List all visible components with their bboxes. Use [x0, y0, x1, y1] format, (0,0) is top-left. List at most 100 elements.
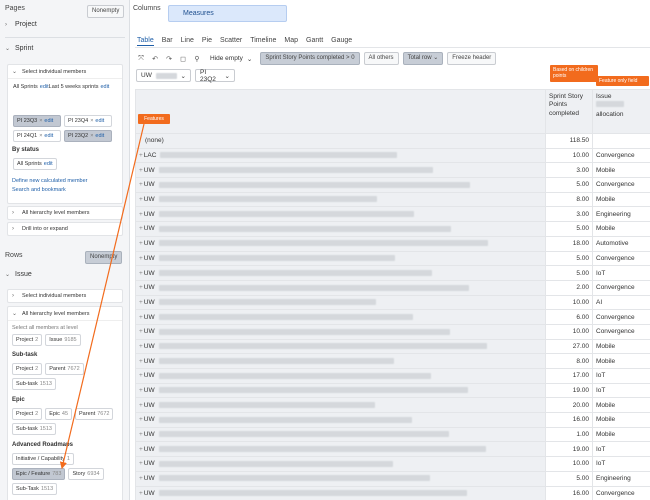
sprint-item[interactable]: Last 5 weeks sprints edit — [49, 83, 110, 91]
sprint-points-cell[interactable]: 8.00 — [545, 191, 593, 208]
row-header[interactable]: +UW — [135, 250, 546, 267]
expand-plus-icon[interactable]: + — [139, 372, 143, 379]
allocation-cell[interactable]: AI — [592, 294, 650, 311]
allocation-cell[interactable]: Mobile — [592, 221, 650, 237]
hide-empty-dropdown[interactable]: Hide empty ⌄ — [206, 52, 256, 65]
sprint-item[interactable]: All Sprints edit — [13, 83, 49, 91]
row-header[interactable]: +UW — [135, 221, 546, 237]
sprint-points-cell[interactable]: 1.00 — [545, 426, 593, 443]
expand-plus-icon[interactable]: + — [139, 431, 143, 438]
pi-chip[interactable]: PI 24Q1 × edit — [13, 130, 61, 142]
expand-plus-icon[interactable]: + — [139, 475, 143, 482]
allocation-cell[interactable]: IoT — [592, 456, 650, 472]
edit-link[interactable]: edit — [95, 118, 104, 124]
level-chip[interactable]: Epic 45 — [45, 408, 73, 420]
allocation-cell[interactable]: Convergence — [592, 250, 650, 267]
allocation-cell[interactable]: Mobile — [592, 397, 650, 414]
sprint-all-hierarchy[interactable]: › All hierarchy level members — [7, 206, 123, 220]
row-header[interactable]: +UW — [135, 456, 546, 472]
row-header[interactable]: +UW — [135, 235, 546, 252]
allocation-cell[interactable]: Mobile — [592, 353, 650, 369]
allocation-cell[interactable]: IoT — [592, 441, 650, 458]
sprint-points-cell[interactable]: 19.00 — [545, 382, 593, 399]
tab-line[interactable]: Line — [181, 37, 194, 46]
sprint-points-cell[interactable]: 18.00 — [545, 235, 593, 252]
row-header[interactable]: +UW — [135, 162, 546, 179]
row-header[interactable]: +UW — [135, 265, 546, 281]
row-header[interactable]: +UW — [135, 309, 546, 325]
edit-link[interactable]: edit — [95, 133, 104, 139]
sprint-points-cell[interactable]: 2.00 — [545, 279, 593, 296]
level-chip[interactable]: Project 2 — [12, 334, 43, 346]
sprint-points-cell[interactable]: 3.00 — [545, 206, 593, 223]
level-chip[interactable]: Project 2 — [12, 363, 43, 375]
allocation-cell[interactable]: Convergence — [592, 177, 650, 193]
allocation-cell[interactable]: Convergence — [592, 323, 650, 340]
row-header[interactable]: +UW — [135, 441, 546, 458]
sprint-select-header[interactable]: ⌄ Select individual members — [8, 65, 122, 79]
row-header[interactable]: +UW — [135, 294, 546, 311]
issue-select-members[interactable]: › Select individual members — [7, 289, 123, 303]
expand-plus-icon[interactable]: + — [139, 299, 143, 306]
level-chip[interactable]: Issue 9185 — [45, 334, 81, 346]
allocation-cell[interactable]: Convergence — [592, 309, 650, 325]
sprint-points-cell[interactable]: 6.00 — [545, 309, 593, 325]
tab-scatter[interactable]: Scatter — [220, 37, 242, 46]
row-header[interactable]: (none) — [135, 133, 546, 149]
allocation-cell[interactable]: Automotive — [592, 235, 650, 252]
expand-plus-icon[interactable]: + — [139, 270, 143, 277]
allocation-cell[interactable]: Convergence — [592, 485, 650, 500]
allocation-cell[interactable]: Mobile — [592, 412, 650, 428]
comment-icon[interactable]: ◻ — [178, 54, 188, 64]
expand-plus-icon[interactable]: + — [139, 196, 143, 203]
sprint-points-cell[interactable]: 20.00 — [545, 397, 593, 414]
measures-dimension[interactable]: Measures — [168, 5, 287, 22]
tab-map[interactable]: Map — [284, 37, 298, 46]
expand-plus-icon[interactable]: + — [139, 240, 143, 247]
row-header[interactable]: +UW — [135, 206, 546, 223]
expand-plus-icon[interactable]: + — [139, 460, 143, 467]
sprint-points-cell[interactable]: 5.00 — [545, 250, 593, 267]
edit-link[interactable]: edit — [44, 161, 53, 167]
row-header[interactable]: +UW — [135, 470, 546, 487]
level-chip[interactable]: Project 2 — [12, 408, 43, 420]
edit-link[interactable]: edit — [100, 84, 109, 90]
sprint-points-cell[interactable]: 8.00 — [545, 353, 593, 369]
row-header[interactable]: +UW — [135, 177, 546, 193]
row-header[interactable]: +UW — [135, 397, 546, 414]
page-selector-pi[interactable]: PI 23Q2 ⌄ — [195, 69, 235, 83]
expand-plus-icon[interactable]: + — [139, 328, 143, 335]
person-icon[interactable]: ⚲ — [192, 54, 202, 64]
row-header[interactable]: +UW — [135, 382, 546, 399]
expand-plus-icon[interactable]: + — [139, 490, 143, 497]
expand-plus-icon[interactable]: + — [139, 358, 143, 365]
sprint-points-cell[interactable]: 16.00 — [545, 412, 593, 428]
expand-plus-icon[interactable]: + — [139, 181, 143, 188]
undo-icon[interactable]: ↶ — [150, 54, 160, 64]
sprint-points-cell[interactable]: 10.00 — [545, 147, 593, 164]
allocation-cell[interactable]: Mobile — [592, 191, 650, 208]
level-chip[interactable]: Parent 7672 — [75, 408, 114, 420]
expand-plus-icon[interactable]: + — [139, 284, 143, 291]
sprint-points-cell[interactable]: 27.00 — [545, 338, 593, 355]
page-selector-uw[interactable]: UW ⌄ — [136, 69, 191, 82]
issue-header[interactable]: ⌄ Issue — [5, 271, 125, 278]
pages-nonempty-button[interactable]: Nonempty — [87, 5, 125, 19]
remove-icon[interactable]: × — [39, 118, 42, 124]
expand-plus-icon[interactable]: + — [139, 167, 143, 174]
remove-icon[interactable]: × — [90, 118, 93, 124]
row-header[interactable]: +LAC — [135, 147, 546, 164]
sprint-points-cell[interactable]: 118.50 — [545, 133, 593, 149]
sprint-points-cell[interactable]: 3.00 — [545, 162, 593, 179]
expand-icon[interactable]: ⤧ — [136, 54, 146, 64]
pi-chip[interactable]: PI 23Q3 × edit — [13, 115, 61, 127]
sprint-points-cell[interactable]: 16.00 — [545, 485, 593, 500]
allocation-cell[interactable] — [592, 133, 650, 149]
issue-hierarchy-header[interactable]: ⌄ All hierarchy level members — [8, 307, 122, 321]
rows-nonempty-button[interactable]: Nonempty — [85, 251, 123, 265]
edit-link[interactable]: edit — [40, 84, 49, 90]
expand-plus-icon[interactable]: + — [139, 152, 143, 159]
sprint-header[interactable]: ⌄ Sprint — [5, 45, 125, 52]
expand-plus-icon[interactable]: + — [139, 314, 143, 321]
allocation-cell[interactable]: Engineering — [592, 470, 650, 487]
